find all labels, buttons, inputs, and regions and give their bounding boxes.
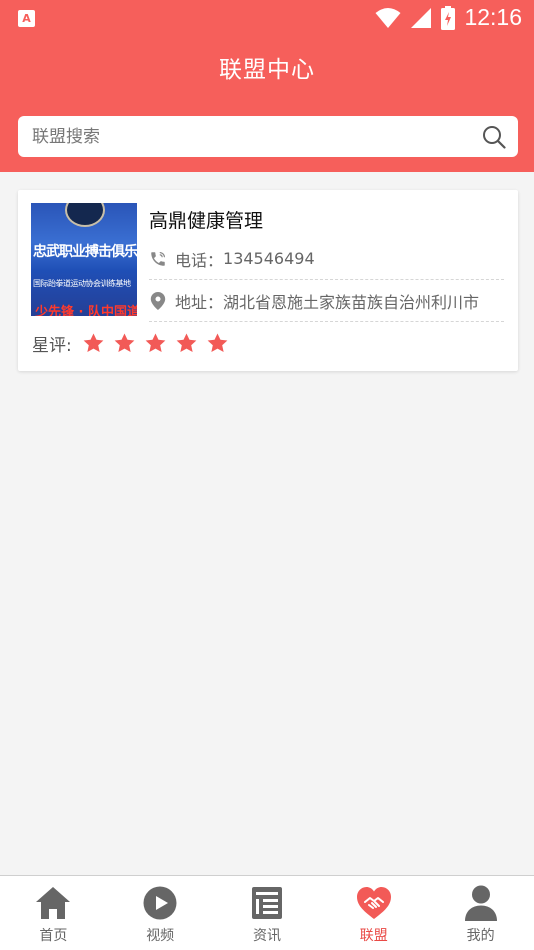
tab-label: 视频 [146, 928, 175, 944]
tab-label: 联盟 [359, 928, 388, 944]
bottom-tab-bar: 首页 视频 资讯 联盟 我的 [0, 875, 534, 950]
phone-label: 电话： [175, 250, 224, 270]
rating-label: 星评: [32, 336, 72, 356]
star-icon [145, 333, 166, 353]
tab-news[interactable]: 资讯 [214, 876, 321, 950]
thumbnail-text-title: 忠武职业搏击俱乐部 [33, 244, 137, 260]
listing-thumbnail[interactable]: 忠武职业搏击俱乐部 国际跆拳道运动协会训练基地 少先锋 · 队中国道 [31, 203, 137, 316]
page-title: 联盟中心 [219, 57, 315, 83]
status-icons: 12:16 [375, 4, 522, 31]
status-time: 12:16 [464, 4, 522, 30]
news-icon [249, 884, 285, 922]
phone-number[interactable]: 134546494 [223, 249, 315, 268]
tab-label: 我的 [466, 928, 495, 944]
alliance-listing-card[interactable]: 忠武职业搏击俱乐部 国际跆拳道运动协会训练基地 少先锋 · 队中国道 高鼎健康管… [18, 190, 518, 371]
wifi-icon [375, 7, 401, 28]
app-notification-icon: A [18, 10, 35, 27]
listing-rating: 星评: [32, 331, 237, 356]
signal-icon [411, 7, 432, 28]
user-icon [463, 884, 499, 922]
tab-home[interactable]: 首页 [0, 876, 107, 950]
tab-label: 资讯 [252, 928, 281, 944]
address-text: 湖北省恩施土家族苗族自治州利川市 [223, 292, 480, 312]
star-icon [83, 333, 104, 353]
battery-icon [441, 5, 456, 30]
app-header: A 12:16 联盟中心 [0, 0, 534, 172]
phone-icon [149, 250, 167, 268]
search-bar[interactable] [18, 116, 518, 157]
home-icon [35, 884, 71, 922]
thumbnail-text-slogan: 少先锋 · 队中国道 [35, 305, 137, 316]
star-icon [176, 333, 197, 353]
handshake-heart-icon [356, 884, 392, 922]
star-icon [114, 333, 135, 353]
tab-label: 首页 [39, 928, 68, 944]
tab-profile[interactable]: 我的 [427, 876, 534, 950]
listing-name: 高鼎健康管理 [149, 210, 264, 232]
listing-phone-row[interactable]: 电话： 134546494 [149, 238, 504, 280]
tab-alliance[interactable]: 联盟 [320, 876, 427, 950]
address-label: 地址： [175, 292, 224, 312]
star-icon [207, 333, 228, 353]
search-input[interactable] [18, 116, 478, 157]
tab-video[interactable]: 视频 [107, 876, 214, 950]
video-play-icon [142, 884, 178, 922]
thumbnail-emblem [65, 203, 105, 227]
location-pin-icon [149, 291, 167, 310]
search-icon[interactable] [482, 125, 506, 149]
thumbnail-text-subtitle: 国际跆拳道运动协会训练基地 [33, 279, 131, 288]
status-bar: A 12:16 [0, 0, 534, 36]
listing-address-row[interactable]: 地址： 湖北省恩施土家族苗族自治州利川市 [149, 280, 504, 322]
